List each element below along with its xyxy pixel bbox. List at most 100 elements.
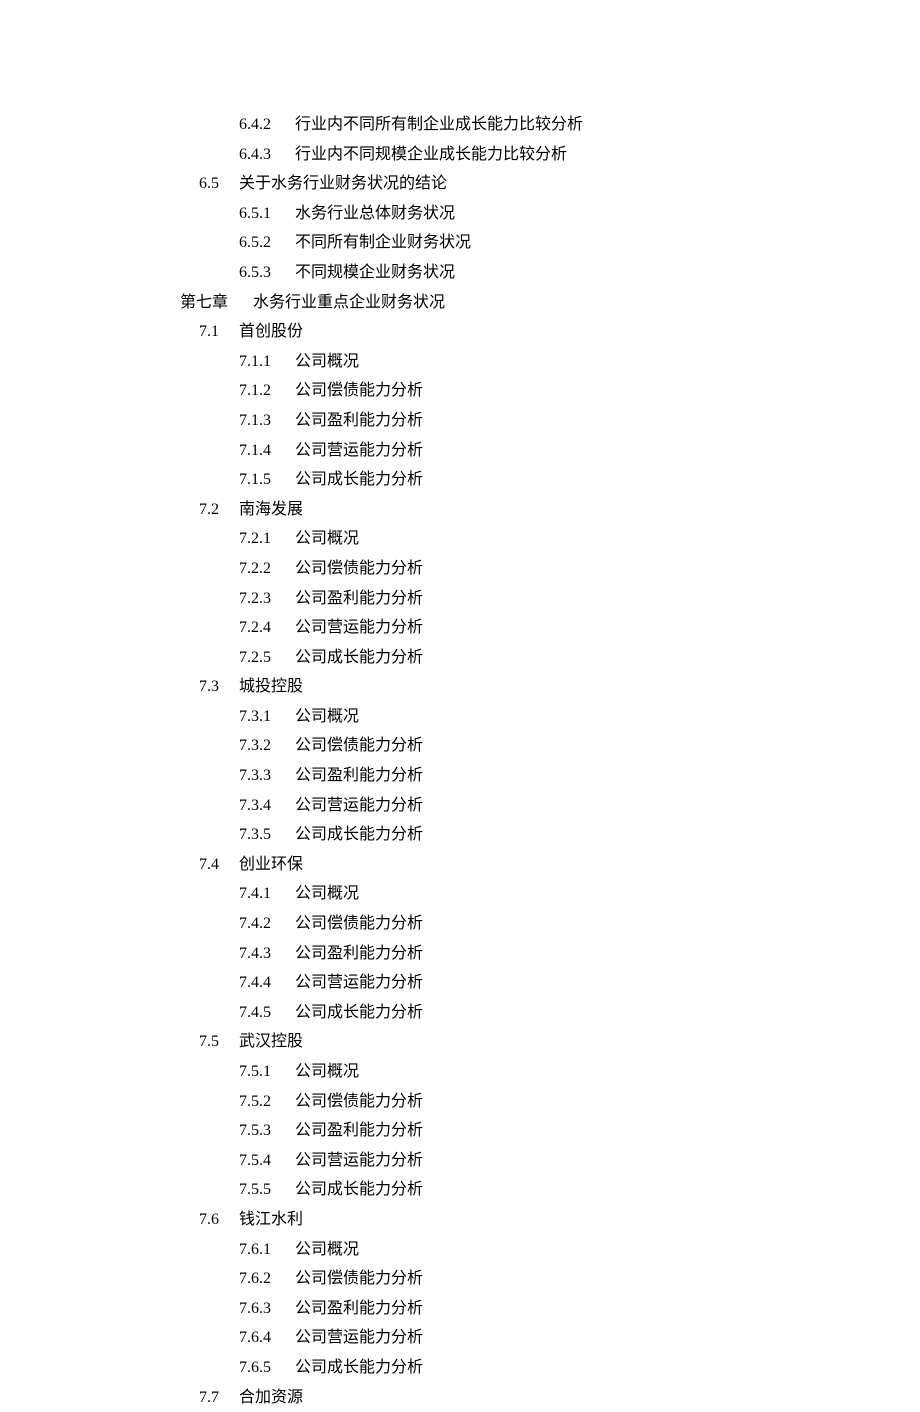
- toc-title: 不同规模企业财务状况: [295, 264, 455, 281]
- toc-entry: 7.3.5公司成长能力分析: [180, 820, 920, 850]
- toc-number: 7.2: [199, 495, 239, 525]
- toc-title: 公司偿债能力分析: [295, 560, 423, 577]
- toc-number: 7.2.5: [239, 643, 295, 673]
- toc-title: 行业内不同规模企业成长能力比较分析: [295, 146, 567, 163]
- toc-title: 南海发展: [239, 501, 303, 518]
- toc-number: 7.5.5: [239, 1175, 295, 1205]
- toc-number: 7.1.3: [239, 406, 295, 436]
- toc-entry: 7.4创业环保: [180, 850, 920, 880]
- toc-entry: 7.1.4公司营运能力分析: [180, 436, 920, 466]
- toc-entry: 7.6.5公司成长能力分析: [180, 1353, 920, 1383]
- toc-entry: 7.5.5公司成长能力分析: [180, 1175, 920, 1205]
- toc-number: 7.4: [199, 850, 239, 880]
- toc-number: 7.1: [199, 317, 239, 347]
- toc-entry: 7.2南海发展: [180, 495, 920, 525]
- toc-entry: 6.5.2不同所有制企业财务状况: [180, 228, 920, 258]
- toc-number: 6.5.1: [239, 199, 295, 229]
- toc-number: 7.6.2: [239, 1264, 295, 1294]
- toc-entry: 7.2.1公司概况: [180, 524, 920, 554]
- toc-entry: 7.6钱江水利: [180, 1205, 920, 1235]
- toc-entry: 7.1.3公司盈利能力分析: [180, 406, 920, 436]
- toc-number: 7.3.3: [239, 761, 295, 791]
- toc-number: 7.5.2: [239, 1087, 295, 1117]
- toc-title: 公司概况: [295, 530, 359, 547]
- toc-title: 公司成长能力分析: [295, 1181, 423, 1198]
- toc-title: 水务行业重点企业财务状况: [253, 294, 445, 311]
- table-of-contents: 6.4.2行业内不同所有制企业成长能力比较分析6.4.3行业内不同规模企业成长能…: [180, 110, 920, 1412]
- toc-title: 公司盈利能力分析: [295, 590, 423, 607]
- toc-entry: 7.2.4公司营运能力分析: [180, 613, 920, 643]
- toc-number: 7.3.4: [239, 791, 295, 821]
- toc-title: 合加资源: [239, 1389, 303, 1406]
- toc-entry: 第七章水务行业重点企业财务状况: [180, 288, 920, 318]
- toc-number: 6.5.3: [239, 258, 295, 288]
- toc-entry: 6.4.3行业内不同规模企业成长能力比较分析: [180, 140, 920, 170]
- toc-number: 7.4.5: [239, 998, 295, 1028]
- toc-entry: 7.4.4公司营运能力分析: [180, 968, 920, 998]
- toc-entry: 6.4.2行业内不同所有制企业成长能力比较分析: [180, 110, 920, 140]
- toc-entry: 7.6.3公司盈利能力分析: [180, 1294, 920, 1324]
- toc-entry: 7.7合加资源: [180, 1383, 920, 1412]
- toc-entry: 7.5.3公司盈利能力分析: [180, 1116, 920, 1146]
- toc-title: 创业环保: [239, 856, 303, 873]
- toc-entry: 7.4.3公司盈利能力分析: [180, 939, 920, 969]
- toc-number: 第七章: [180, 288, 253, 318]
- toc-entry: 7.5.2公司偿债能力分析: [180, 1087, 920, 1117]
- toc-number: 7.6.1: [239, 1235, 295, 1265]
- toc-title: 公司概况: [295, 353, 359, 370]
- toc-title: 首创股份: [239, 323, 303, 340]
- toc-number: 7.1.1: [239, 347, 295, 377]
- toc-title: 公司成长能力分析: [295, 649, 423, 666]
- toc-entry: 6.5.3不同规模企业财务状况: [180, 258, 920, 288]
- toc-entry: 7.6.1公司概况: [180, 1235, 920, 1265]
- toc-number: 7.6.4: [239, 1323, 295, 1353]
- toc-entry: 7.3.3公司盈利能力分析: [180, 761, 920, 791]
- toc-entry: 7.5.1公司概况: [180, 1057, 920, 1087]
- toc-title: 公司概况: [295, 1063, 359, 1080]
- toc-number: 7.4.2: [239, 909, 295, 939]
- toc-title: 公司盈利能力分析: [295, 1122, 423, 1139]
- toc-title: 公司偿债能力分析: [295, 382, 423, 399]
- toc-title: 行业内不同所有制企业成长能力比较分析: [295, 116, 583, 133]
- toc-entry: 7.5武汉控股: [180, 1027, 920, 1057]
- toc-number: 7.2.1: [239, 524, 295, 554]
- toc-title: 公司营运能力分析: [295, 797, 423, 814]
- toc-title: 城投控股: [239, 678, 303, 695]
- toc-title: 武汉控股: [239, 1033, 303, 1050]
- toc-number: 7.6.3: [239, 1294, 295, 1324]
- toc-number: 7.3.5: [239, 820, 295, 850]
- toc-title: 公司成长能力分析: [295, 1004, 423, 1021]
- toc-entry: 7.2.5公司成长能力分析: [180, 643, 920, 673]
- toc-entry: 6.5关于水务行业财务状况的结论: [180, 169, 920, 199]
- toc-title: 公司营运能力分析: [295, 1329, 423, 1346]
- toc-entry: 7.4.5公司成长能力分析: [180, 998, 920, 1028]
- toc-entry: 7.1.2公司偿债能力分析: [180, 376, 920, 406]
- toc-title: 公司营运能力分析: [295, 619, 423, 636]
- toc-title: 水务行业总体财务状况: [295, 205, 455, 222]
- toc-title: 公司营运能力分析: [295, 1152, 423, 1169]
- toc-title: 公司偿债能力分析: [295, 915, 423, 932]
- toc-title: 公司营运能力分析: [295, 442, 423, 459]
- toc-entry: 7.5.4公司营运能力分析: [180, 1146, 920, 1176]
- toc-entry: 6.5.1水务行业总体财务状况: [180, 199, 920, 229]
- toc-number: 7.6.5: [239, 1353, 295, 1383]
- toc-number: 7.3.2: [239, 731, 295, 761]
- toc-title: 公司概况: [295, 1241, 359, 1258]
- toc-title: 公司盈利能力分析: [295, 1300, 423, 1317]
- toc-title: 公司成长能力分析: [295, 1359, 423, 1376]
- toc-number: 6.4.3: [239, 140, 295, 170]
- toc-number: 7.5: [199, 1027, 239, 1057]
- toc-number: 7.3.1: [239, 702, 295, 732]
- toc-title: 不同所有制企业财务状况: [295, 234, 471, 251]
- toc-title: 公司偿债能力分析: [295, 1270, 423, 1287]
- toc-title: 公司概况: [295, 708, 359, 725]
- toc-number: 7.4.4: [239, 968, 295, 998]
- toc-number: 6.4.2: [239, 110, 295, 140]
- toc-entry: 7.3.4公司营运能力分析: [180, 791, 920, 821]
- toc-number: 7.5.3: [239, 1116, 295, 1146]
- toc-title: 公司偿债能力分析: [295, 1093, 423, 1110]
- toc-entry: 7.3.1公司概况: [180, 702, 920, 732]
- toc-title: 公司营运能力分析: [295, 974, 423, 991]
- toc-title: 公司概况: [295, 885, 359, 902]
- toc-number: 7.1.2: [239, 376, 295, 406]
